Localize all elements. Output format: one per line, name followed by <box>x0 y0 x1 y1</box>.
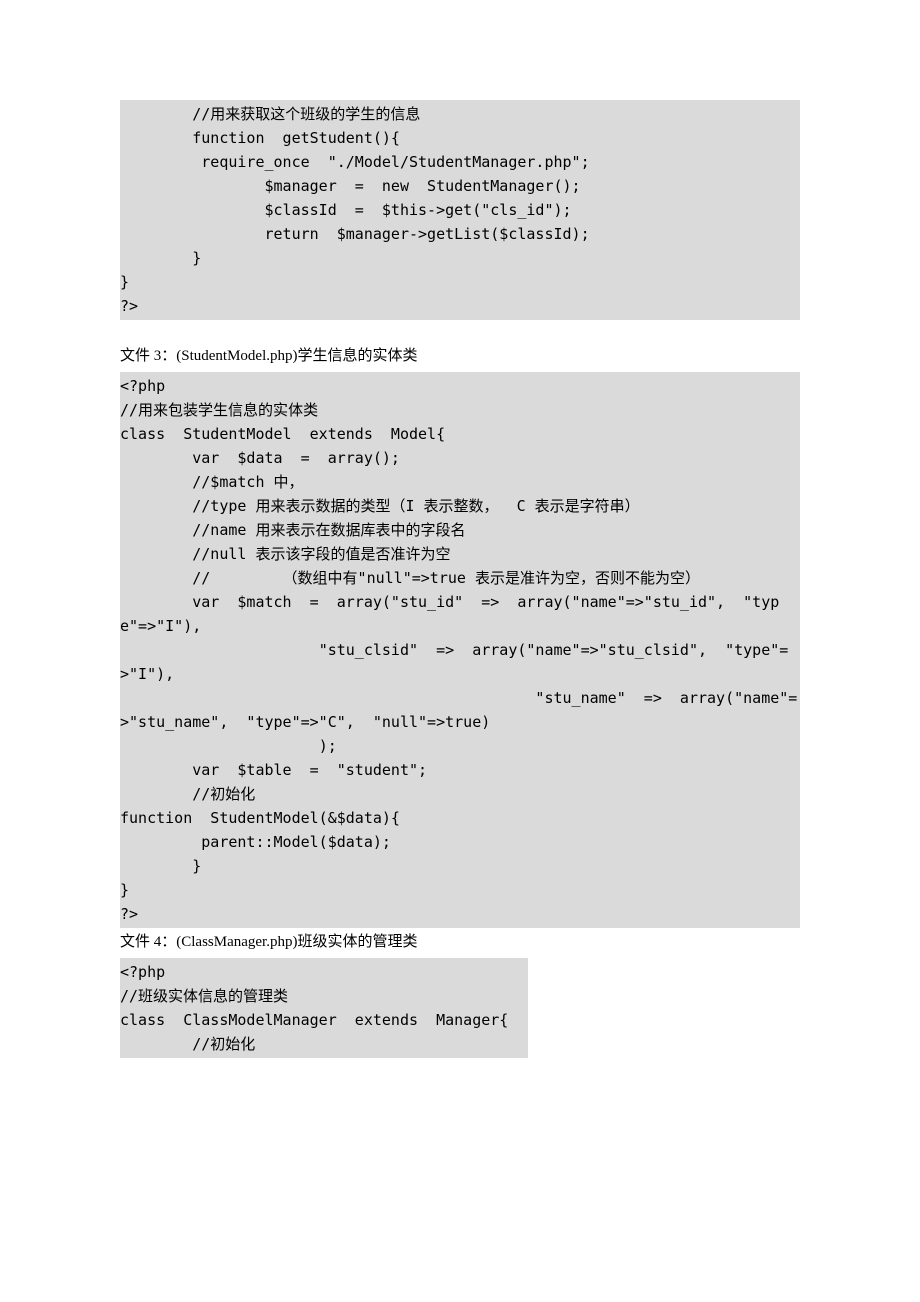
code-line: <?php <box>120 960 528 984</box>
code-line: parent::Model($data); <box>120 830 800 854</box>
code-line: //name 用来表示在数据库表中的字段名 <box>120 518 800 542</box>
code-line: require_once "./Model/StudentManager.php… <box>120 150 800 174</box>
code-line: //用来包装学生信息的实体类 <box>120 398 800 422</box>
code-line: } <box>120 854 800 878</box>
page-container: //用来获取这个班级的学生的信息 function getStudent(){ … <box>0 0 920 1302</box>
code-line: //$match 中， <box>120 470 800 494</box>
code-line: "stu_clsid" => array("name"=>"stu_clsid"… <box>120 638 800 686</box>
code-line: ?> <box>120 294 800 318</box>
code-line: <?php <box>120 374 800 398</box>
code-line: } <box>120 270 800 294</box>
code-block-3: <?php //班级实体信息的管理类 class ClassModelManag… <box>120 958 528 1058</box>
code-line: $classId = $this->get("cls_id"); <box>120 198 800 222</box>
code-line: // （数组中有"null"=>true 表示是准许为空，否则不能为空） <box>120 566 800 590</box>
code-line: //用来获取这个班级的学生的信息 <box>120 102 800 126</box>
caption-file-4: 文件 4：(ClassManager.php)班级实体的管理类 <box>120 930 800 954</box>
code-line: $manager = new StudentManager(); <box>120 174 800 198</box>
code-line: //班级实体信息的管理类 <box>120 984 528 1008</box>
code-line: //null 表示该字段的值是否准许为空 <box>120 542 800 566</box>
code-line: var $data = array(); <box>120 446 800 470</box>
caption-file-3: 文件 3：(StudentModel.php)学生信息的实体类 <box>120 344 800 368</box>
code-block-2: <?php //用来包装学生信息的实体类 class StudentModel … <box>120 372 800 928</box>
code-line: "stu_name" => array("name"=>"stu_name", … <box>120 686 800 734</box>
code-line: //初始化 <box>120 1032 528 1056</box>
code-line: //初始化 <box>120 782 800 806</box>
code-line: function getStudent(){ <box>120 126 800 150</box>
code-line: class ClassModelManager extends Manager{ <box>120 1008 528 1032</box>
code-line: var $table = "student"; <box>120 758 800 782</box>
code-line: } <box>120 878 800 902</box>
code-line: var $match = array("stu_id" => array("na… <box>120 590 800 638</box>
code-line: class StudentModel extends Model{ <box>120 422 800 446</box>
code-line: ); <box>120 734 800 758</box>
code-line: //type 用来表示数据的类型（I 表示整数， C 表示是字符串） <box>120 494 800 518</box>
code-block-1: //用来获取这个班级的学生的信息 function getStudent(){ … <box>120 100 800 320</box>
code-line: function StudentModel(&$data){ <box>120 806 800 830</box>
code-line: return $manager->getList($classId); <box>120 222 800 246</box>
code-line: } <box>120 246 800 270</box>
code-line: ?> <box>120 902 800 926</box>
